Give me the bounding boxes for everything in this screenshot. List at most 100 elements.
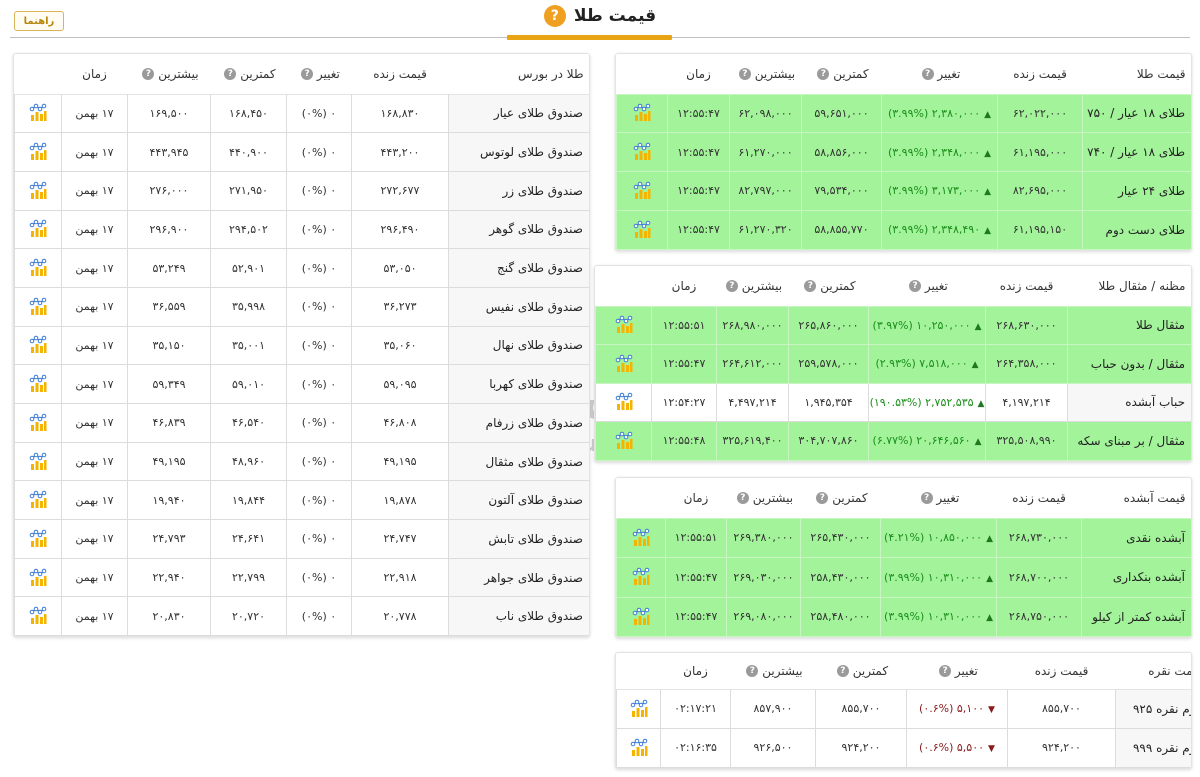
chart-icon[interactable] <box>614 354 634 374</box>
help-icon[interactable]: ? <box>543 5 566 27</box>
chart-icon[interactable] <box>631 607 651 627</box>
guide-button[interactable]: راهنما <box>14 11 64 31</box>
help-icon[interactable]: ? <box>836 665 849 678</box>
table-row[interactable]: مثقال طلا ۲۶۸,۶۳۰,۰۰۰ ▲۱۰,۲۵۰,۰۰۰ (۳.۹۷%) ۲… <box>595 305 1191 345</box>
table-row[interactable]: طلای دست دوم ۶۱,۱۹۵,۱۵۰ ▲۲,۳۴۸,۴۹۰ (۳.۹۹%)… <box>616 209 1191 250</box>
row-name: طلای ۱۸ عیار / ۷۴۰ <box>1082 132 1191 173</box>
high-price: ۸۵۷,۹۰۰ <box>730 688 816 729</box>
table-row[interactable]: صندوق طلای نهال ۳۵,۰۶۰ ۰ (۰%) ۳۵,۰۰۱ ۳۵,۱۵۰ ۱… <box>14 325 589 366</box>
table-row[interactable]: مثقال / بدون حباب ۲۶۴,۳۵۸,۰۰۰ ▲۷,۵۱۸,۰۰۰ (… <box>595 344 1191 384</box>
chart-icon[interactable] <box>632 181 652 201</box>
table-row[interactable]: صندوق طلای لوتوس ۴۴۳,۲۰۰ ۰ (۰%) ۴۴۰,۹۰۰ ۴۴۳,… <box>14 132 589 172</box>
low-price: ۴۸,۹۶۰ <box>210 441 287 482</box>
live-price: ۱۶۸,۸۳۰ <box>351 93 449 134</box>
help-icon[interactable]: ? <box>909 280 922 293</box>
table-row[interactable]: صندوق طلای مثقال ۴۹,۱۹۵ ۰ (۰%) ۴۸,۹۶۰ ۴۹,۱۹۵… <box>14 441 589 482</box>
change-value: ۵,۵۰۰ (۰.۶%) <box>919 741 985 754</box>
chart-icon[interactable] <box>28 297 48 317</box>
help-icon[interactable]: ? <box>804 280 817 293</box>
chart-icon[interactable] <box>632 103 652 123</box>
table-row[interactable]: صندوق طلای جواهر ۲۲,۹۱۸ ۰ (۰%) ۲۲,۷۹۹ ۲۲,۹۴۰… <box>14 557 589 598</box>
help-icon[interactable]: ? <box>736 492 749 505</box>
chart-icon[interactable] <box>632 142 652 162</box>
chart-icon[interactable] <box>28 606 48 626</box>
help-icon[interactable]: ? <box>939 665 952 678</box>
low-price: ۷۹,۵۳۴,۰۰۰ <box>801 171 882 211</box>
column-header-low: کمترین ? <box>788 266 869 306</box>
chart-icon[interactable] <box>629 699 649 719</box>
table-row[interactable]: آبشده بنکداری ۲۶۸,۷۰۰,۰۰۰ ▲۱۰,۳۱۰,۰۰۰ (۳.۹… <box>616 557 1191 598</box>
chart-cell <box>616 132 668 173</box>
table-row[interactable]: طلای ۱۸ عیار / ۷۵۰ ۶۲,۰۲۲,۰۰۰ ▲۲,۳۸۰,۰۰۰ (… <box>616 93 1191 134</box>
chart-icon[interactable] <box>28 181 48 201</box>
table-row[interactable]: صندوق طلای زر ۲۷۲,۶۷۷ ۰ (۰%) ۲۷۱,۹۵۰ ۲۷۶,۰۰۰… <box>14 170 589 211</box>
chart-icon[interactable] <box>631 567 651 587</box>
chart-icon[interactable] <box>28 490 48 510</box>
column-label: تغییر <box>954 663 978 678</box>
chart-icon[interactable] <box>632 220 652 240</box>
chart-icon[interactable] <box>614 431 634 451</box>
help-icon[interactable]: ? <box>725 280 738 293</box>
table-row[interactable]: آبشده کمتر از کیلو ۲۶۸,۷۵۰,۰۰۰ ▲۱۰,۳۱۰,۰۰۰… <box>616 596 1191 637</box>
update-time: ۱۲:۵۵:۴۷ <box>667 209 730 250</box>
column-label: بیشترین <box>158 66 199 81</box>
table-row[interactable]: حباب آبشده ۴,۱۹۷,۲۱۴ ▲۲,۷۵۲,۵۳۵ (۱۹۰.۵۳%) ۱… <box>595 382 1191 422</box>
table-row[interactable]: آبشده نقدی ۲۶۸,۷۳۰,۰۰۰ ▲۱۰,۸۵۰,۰۰۰ (۴.۲۱%)… <box>616 517 1191 558</box>
change-cell: ▲۱۰,۳۱۰,۰۰۰ (۳.۹۹%) <box>880 596 997 637</box>
chart-icon[interactable] <box>28 568 48 588</box>
help-icon[interactable]: ? <box>746 665 759 678</box>
chart-cell <box>616 171 668 211</box>
table-row[interactable]: گرم نقره ۹۹۹۹۲۴,۲۰۰▼۵,۵۰۰ (۰.۶%)۹۲۴,۲۰۰۹… <box>616 727 1191 768</box>
table-row[interactable]: صندوق طلای گنج ۵۳,۰۵۰ ۰ (۰%) ۵۲,۹۰۱ ۵۳,۲۴۹ ۱۷… <box>14 248 589 288</box>
help-icon[interactable]: ? <box>816 492 829 505</box>
table-row[interactable]: صندوق طلای کهربا ۵۹,۰۹۵ ۰ (۰%) ۵۹,۰۱۰ ۵۹,۳۴۹… <box>14 364 589 404</box>
live-price: ۹۲۴,۲۰۰ <box>1007 727 1116 768</box>
chart-icon[interactable] <box>28 103 48 123</box>
chart-icon[interactable] <box>28 258 48 278</box>
table-row[interactable]: مثقال / بر مبنای سکه ۳۲۵,۵۰۸,۹۹۰ ▲۲۰,۶۴۶,۵… <box>595 421 1191 461</box>
chart-icon[interactable] <box>28 374 48 394</box>
update-time: ۱۷ بهمن <box>61 441 128 482</box>
help-icon[interactable]: ? <box>301 68 314 81</box>
column-header-name: مظنه / مثقال طلا <box>1067 266 1191 306</box>
table-row[interactable]: صندوق طلای آلتون ۱۹,۸۷۸ ۰ (۰%) ۱۹,۸۴۴ ۱۹,۹۴۰… <box>14 480 589 521</box>
table-row[interactable]: صندوق طلای نفیس ۳۶,۲۷۳ ۰ (۰%) ۳۵,۹۹۸ ۳۶,۵۵۹ ۱… <box>14 286 589 327</box>
live-price: ۲۶۸,۷۰۰,۰۰۰ <box>996 557 1082 598</box>
help-icon[interactable]: ? <box>921 68 934 81</box>
chart-icon[interactable] <box>28 142 48 162</box>
table-row[interactable]: طلای ۱۸ عیار / ۷۴۰ ۶۱,۱۹۵,۰۰۰ ▲۲,۳۴۸,۰۰۰ (… <box>616 132 1191 173</box>
low-price: ۱۶۸,۴۵۰ <box>210 93 287 134</box>
help-icon[interactable]: ? <box>920 492 933 505</box>
low-price: ۴۶,۵۴۰ <box>210 403 287 443</box>
chart-icon[interactable] <box>614 392 634 412</box>
chart-icon[interactable] <box>28 529 48 549</box>
change-cell: ▲۳,۱۷۳,۰۰۰ (۳.۹۹%) <box>881 171 998 211</box>
change-cell: ▲۲,۳۸۰,۰۰۰ (۳.۹۹%) <box>881 93 998 134</box>
table-row[interactable]: صندوق طلای تابش ۲۴,۷۴۷ ۰ (۰%) ۲۴,۶۴۱ ۲۴,۷۹۳ ۱… <box>14 519 589 559</box>
chart-icon[interactable] <box>631 528 651 548</box>
row-name: گرم نقره ۹۲۵ <box>1115 688 1191 729</box>
chart-icon[interactable] <box>28 219 48 239</box>
table-row[interactable]: صندوق طلای ناب ۲۰,۷۷۸ ۰ (۰%) ۲۰,۷۲۰ ۲۰,۸۳۰ ۱۷… <box>14 596 589 637</box>
low-price: ۲۵۸,۴۳۰,۰۰۰ <box>800 557 881 598</box>
row-name: صندوق طلای آلتون <box>448 480 589 521</box>
silver-table: قیمت نقرهقیمت زندهتغییر ?کمترین ?بیشترین… <box>615 652 1192 769</box>
help-icon[interactable]: ? <box>224 68 237 81</box>
table-row[interactable]: صندوق طلای زرفام ۴۶,۸۰۸ ۰ (۰%) ۴۶,۵۴۰ ۴۶,۸۳۹… <box>14 403 589 443</box>
chart-icon[interactable] <box>614 315 634 335</box>
table-row[interactable]: صندوق طلای عیار ۱۶۸,۸۳۰ ۰ (۰%) ۱۶۸,۴۵۰ ۱۶۹,۵… <box>14 93 589 134</box>
help-icon[interactable]: ? <box>738 68 751 81</box>
chart-icon[interactable] <box>28 413 48 433</box>
help-icon[interactable]: ? <box>142 68 155 81</box>
row-name: طلای ۱۸ عیار / ۷۵۰ <box>1082 93 1191 134</box>
help-icon[interactable]: ? <box>817 68 830 81</box>
table-row[interactable]: طلای ۲۴ عیار ۸۲,۶۹۵,۰۰۰ ▲۳,۱۷۳,۰۰۰ (۳.۹۹%)… <box>616 171 1191 211</box>
chart-icon[interactable] <box>28 452 48 472</box>
column-label: بیشترین <box>762 663 803 678</box>
table-row[interactable]: گرم نقره ۹۲۵۸۵۵,۷۰۰▼۵,۱۰۰ (۰.۶%)۸۵۵,۷۰۰۸… <box>616 688 1191 729</box>
column-label: بیشترین <box>754 66 796 81</box>
chart-icon[interactable] <box>28 335 48 355</box>
table-row[interactable]: صندوق طلای گوهر ۲۹۶,۴۹۰ ۰ (۰%) ۲۹۴,۵۰۲ ۲۹۶,۹… <box>14 209 589 250</box>
chart-icon[interactable] <box>629 738 649 758</box>
live-price: ۸۵۵,۷۰۰ <box>1007 688 1116 729</box>
